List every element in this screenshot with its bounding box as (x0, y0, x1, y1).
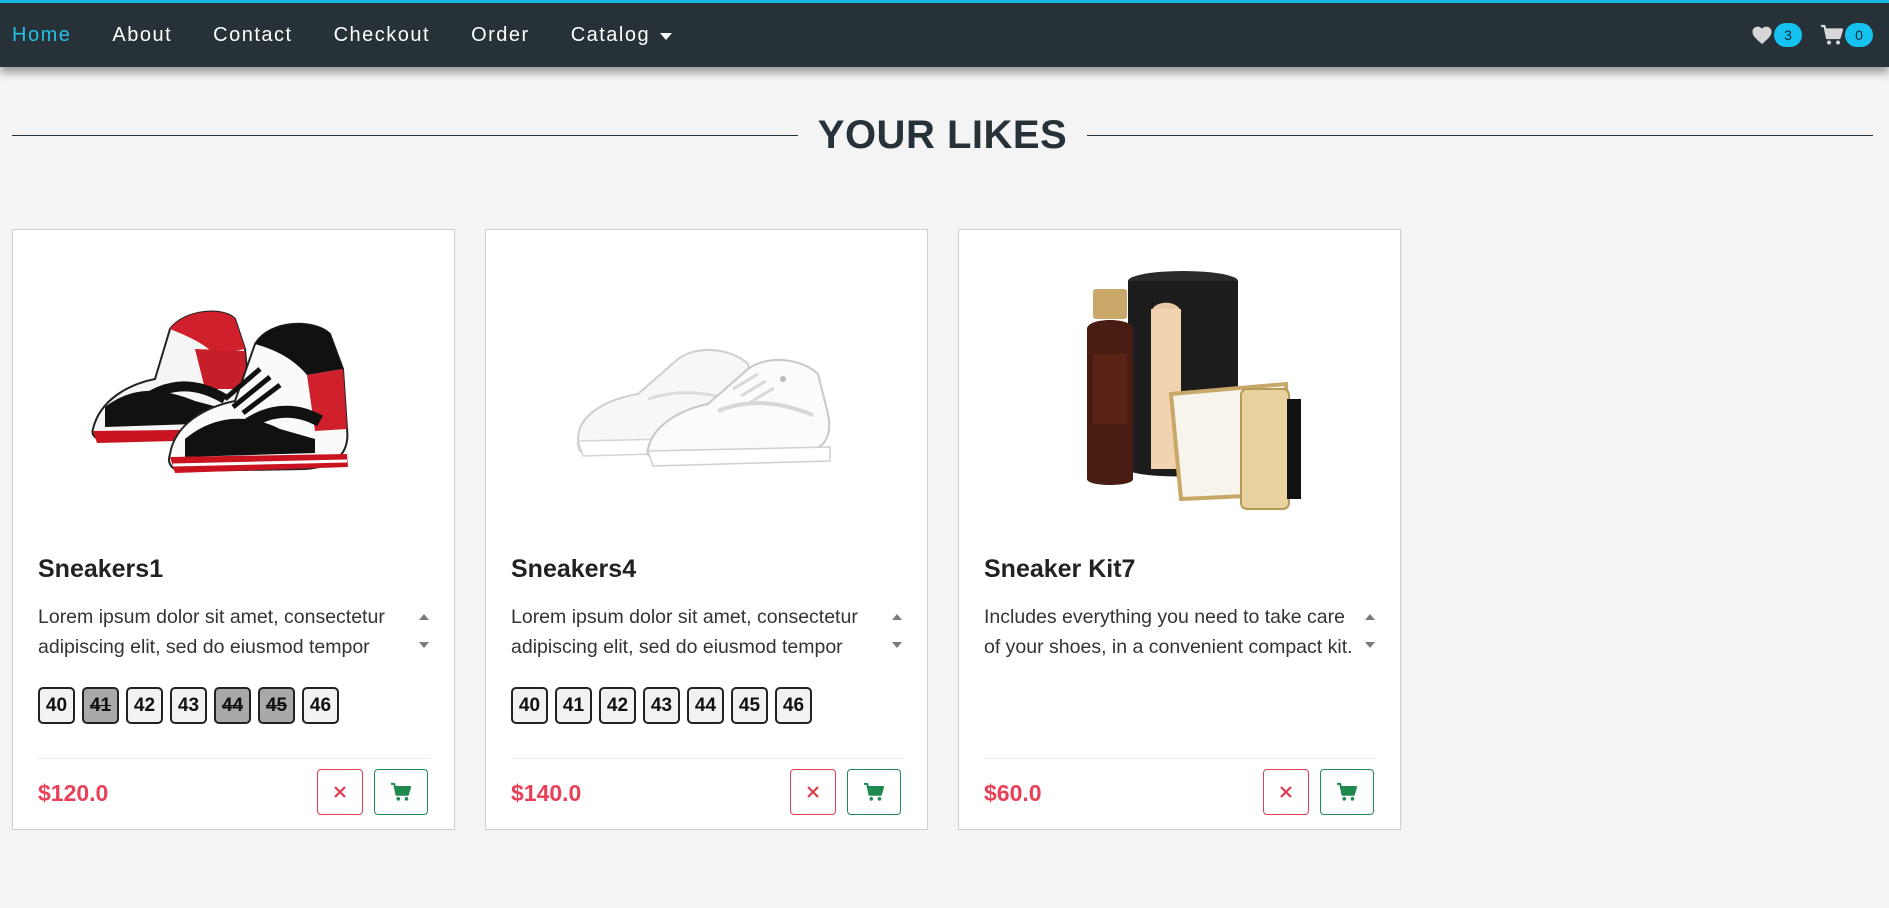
size-option[interactable]: 45 (731, 687, 768, 724)
likes-count-badge: 3 (1774, 23, 1802, 47)
scroll-down-icon[interactable] (1365, 642, 1375, 648)
size-option[interactable]: 42 (599, 687, 636, 724)
size-selector: 40 41 42 43 44 45 46 (511, 687, 812, 724)
product-image (984, 255, 1377, 523)
cart-icon (1337, 782, 1358, 801)
product-price: $140.0 (511, 780, 582, 806)
cart-count-badge: 0 (1845, 23, 1873, 47)
add-to-cart-button[interactable] (847, 769, 901, 815)
page-title: YOUR LIKES (817, 112, 1068, 157)
card-divider (511, 758, 904, 759)
remove-like-button[interactable] (317, 769, 363, 815)
size-option[interactable]: 46 (775, 687, 812, 724)
product-price: $60.0 (984, 780, 1042, 806)
cart-icon (864, 782, 885, 801)
description-scrollbar[interactable] (1361, 602, 1377, 664)
description-scrollbar[interactable] (415, 602, 431, 664)
description-box[interactable]: Lorem ipsum dolor sit amet, consectetur … (511, 602, 904, 664)
product-image (511, 255, 904, 523)
product-title: Sneakers1 (38, 555, 164, 583)
product-description: Lorem ipsum dolor sit amet, consectetur … (511, 606, 858, 658)
size-option[interactable]: 42 (126, 687, 163, 724)
close-icon (334, 786, 346, 798)
size-option[interactable]: 41 (555, 687, 592, 724)
product-title: Sneakers4 (511, 555, 637, 583)
product-image (38, 255, 431, 523)
size-option-unavailable[interactable]: 41 (82, 687, 119, 724)
size-option[interactable]: 44 (687, 687, 724, 724)
nav-link-home[interactable]: Home (12, 24, 71, 47)
nav-link-checkout[interactable]: Checkout (334, 24, 431, 47)
catalog-label: Catalog (570, 23, 651, 46)
size-option-unavailable[interactable]: 45 (258, 687, 295, 724)
cart-icon (391, 782, 412, 801)
add-to-cart-button[interactable] (1320, 769, 1374, 815)
scroll-up-icon[interactable] (419, 614, 429, 620)
heart-icon (1752, 26, 1772, 45)
close-icon (807, 786, 819, 798)
product-card: Sneakers4 Lorem ipsum dolor sit amet, co… (485, 229, 928, 830)
cleaner-kit-image (1086, 271, 1301, 510)
section-heading: YOUR LIKES (12, 110, 1874, 160)
sneaker-image (91, 310, 348, 473)
heading-rule-right (1087, 134, 1874, 136)
heading-rule-left (12, 134, 798, 136)
top-navbar: Home About Contact Checkout Order Catalo… (0, 0, 1889, 67)
scroll-down-icon[interactable] (419, 642, 429, 648)
size-option[interactable]: 46 (302, 687, 339, 724)
likes-link[interactable]: 3 (1751, 23, 1802, 47)
product-price: $120.0 (38, 780, 109, 806)
add-to-cart-button[interactable] (374, 769, 428, 815)
card-divider (38, 758, 431, 759)
product-card: Sneakers1 Lorem ipsum dolor sit amet, co… (12, 229, 455, 830)
remove-like-button[interactable] (790, 769, 836, 815)
nav-links: Home About Contact Checkout Order Catalo… (12, 3, 713, 67)
size-selector: 40 41 42 43 44 45 46 (38, 687, 339, 724)
size-option[interactable]: 43 (170, 687, 207, 724)
product-card: Sneaker Kit7 Includes everything you nee… (958, 229, 1401, 830)
size-option[interactable]: 43 (643, 687, 680, 724)
nav-counters: 3 0 (1751, 3, 1873, 67)
product-description: Lorem ipsum dolor sit amet, consectetur … (38, 606, 385, 658)
description-box[interactable]: Lorem ipsum dolor sit amet, consectetur … (38, 602, 431, 664)
cart-icon (1821, 24, 1844, 45)
scroll-up-icon[interactable] (1365, 614, 1375, 620)
nav-link-order[interactable]: Order (471, 24, 530, 47)
scroll-down-icon[interactable] (892, 642, 902, 648)
size-option[interactable]: 40 (511, 687, 548, 724)
product-description: Includes everything you need to take car… (984, 606, 1353, 658)
card-divider (984, 758, 1377, 759)
remove-like-button[interactable] (1263, 769, 1309, 815)
sneaker-image (576, 348, 831, 467)
product-title: Sneaker Kit7 (984, 555, 1136, 583)
cart-link[interactable]: 0 (1820, 23, 1873, 47)
nav-link-contact[interactable]: Contact (213, 24, 292, 47)
chevron-down-icon (660, 32, 673, 40)
nav-link-about[interactable]: About (112, 24, 172, 47)
description-scrollbar[interactable] (888, 602, 904, 664)
nav-link-catalog-dropdown[interactable]: Catalog (570, 23, 673, 47)
scroll-up-icon[interactable] (892, 614, 902, 620)
description-box[interactable]: Includes everything you need to take car… (984, 602, 1377, 664)
size-option[interactable]: 40 (38, 687, 75, 724)
close-icon (1280, 786, 1292, 798)
size-option-unavailable[interactable]: 44 (214, 687, 251, 724)
